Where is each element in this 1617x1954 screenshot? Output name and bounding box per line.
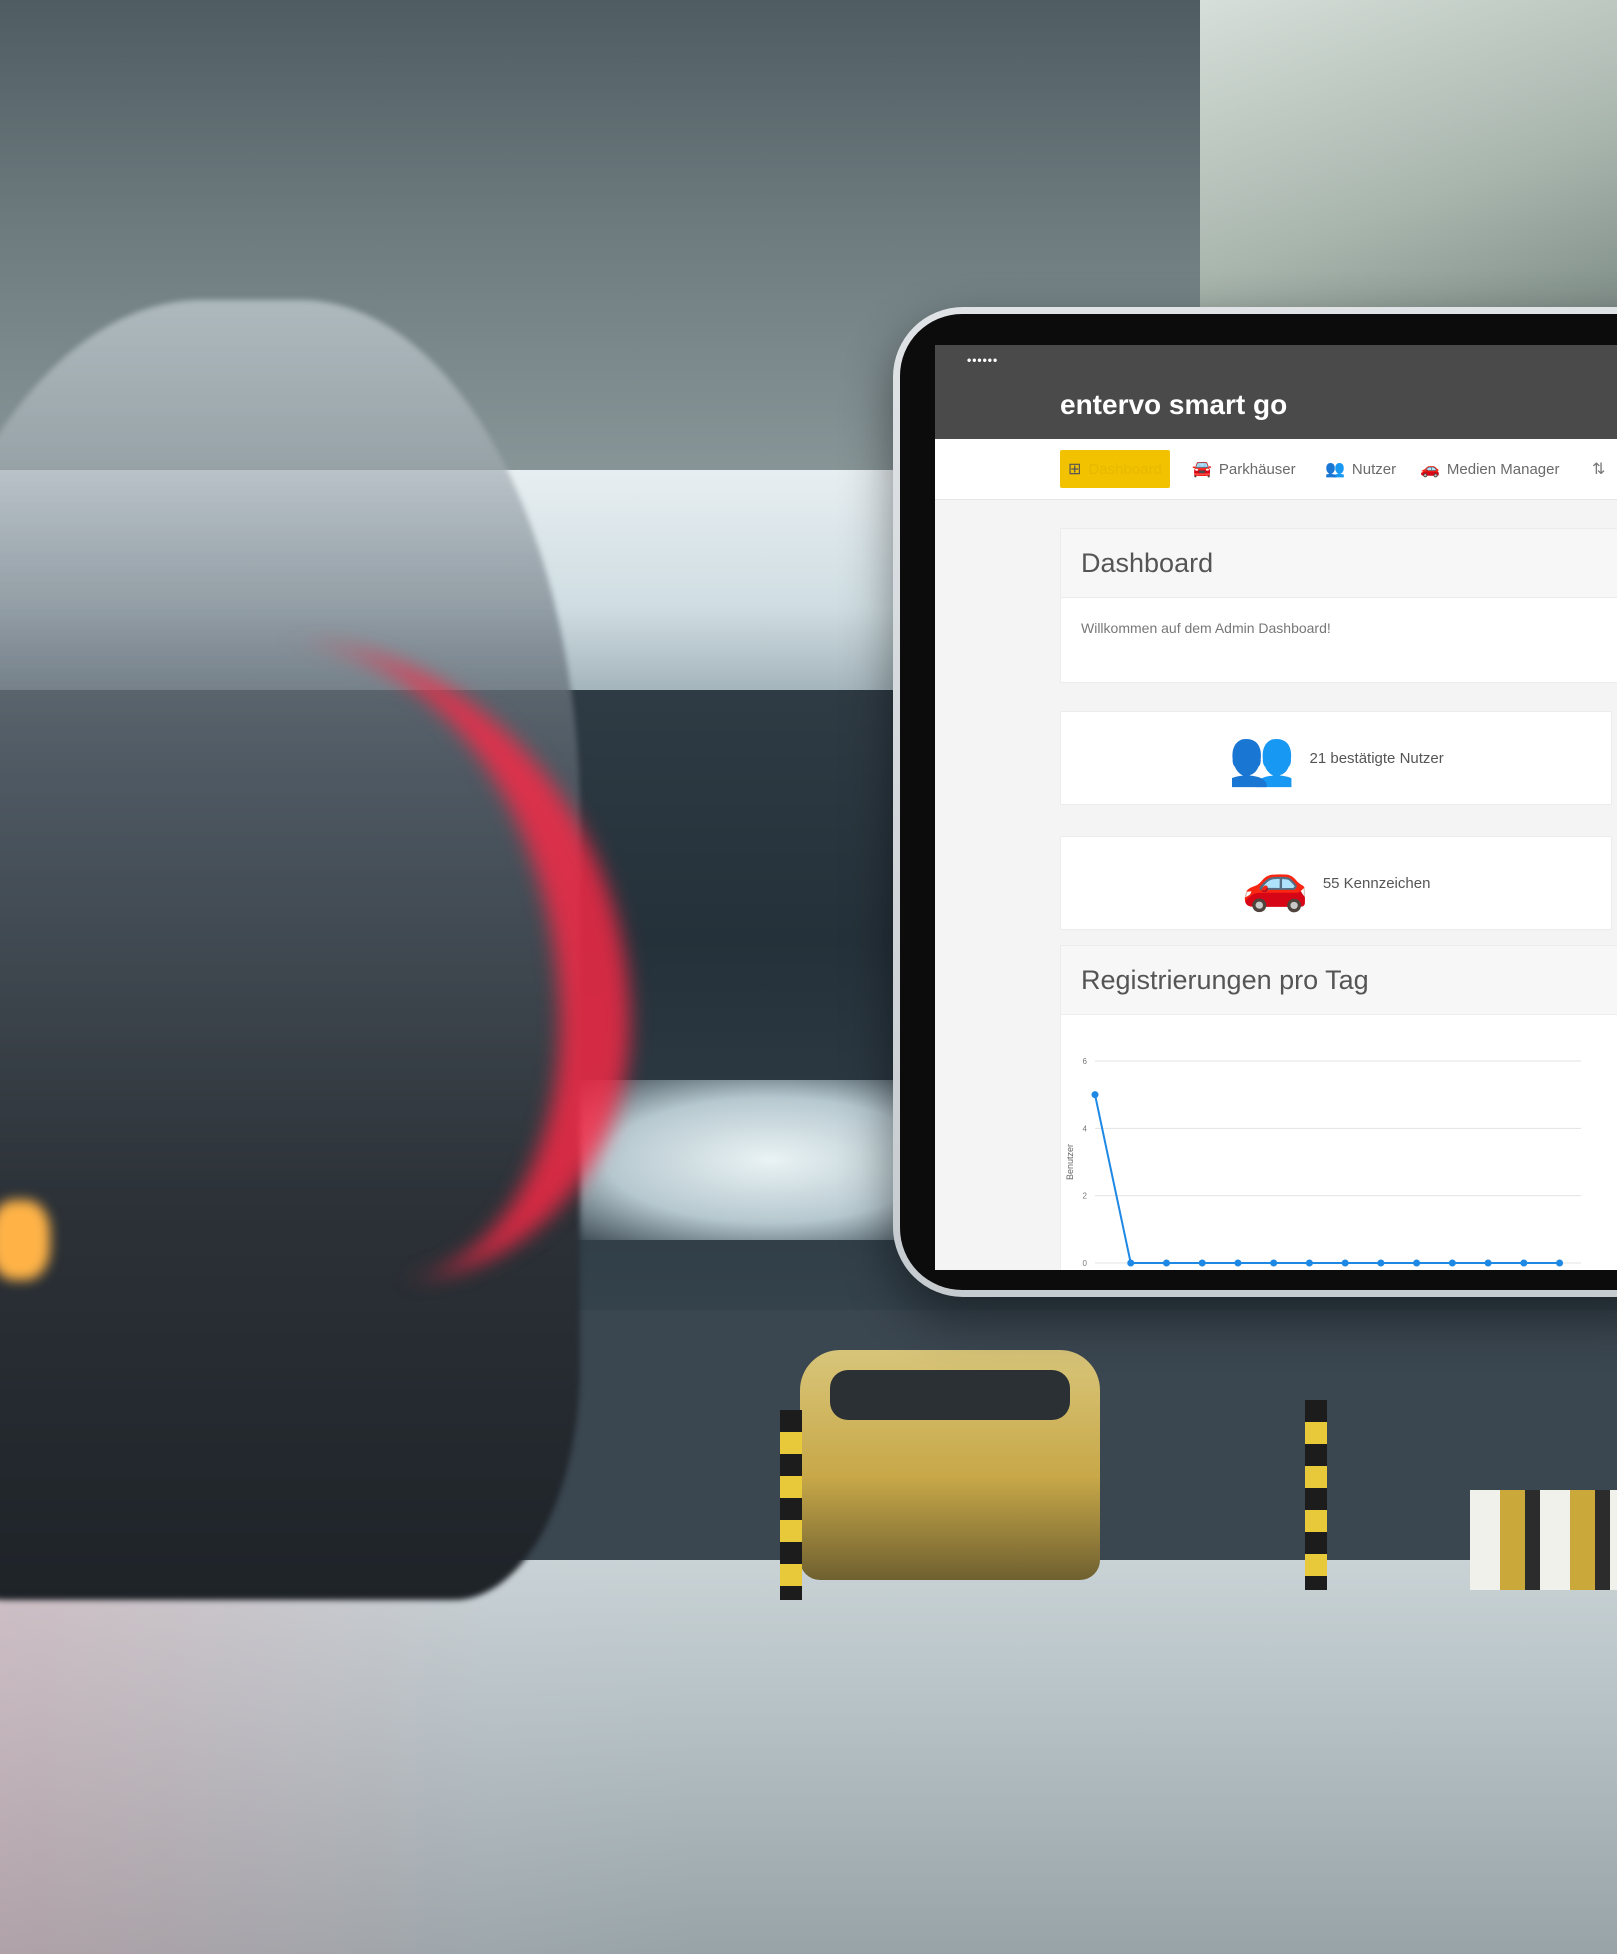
data-point — [1270, 1259, 1278, 1267]
striped-barrier — [1470, 1490, 1617, 1590]
nav-item-nutzer[interactable]: 👥 Nutzer — [1325, 450, 1396, 488]
data-point — [1341, 1259, 1349, 1267]
data-point — [1484, 1259, 1492, 1267]
registrations-title: Registrierungen pro Tag — [1061, 946, 1617, 1015]
data-point — [1448, 1259, 1456, 1267]
floor-reflection — [0, 1560, 700, 1954]
y-tick-label: 2 — [1083, 1192, 1088, 1201]
users-icon: 👥 — [1325, 461, 1345, 478]
data-point — [1377, 1259, 1385, 1267]
data-point — [1127, 1259, 1135, 1267]
data-point — [1162, 1259, 1170, 1267]
confirmed-users-card[interactable]: 👥 21 bestätigte Nutzer — [1060, 711, 1612, 805]
data-point — [1413, 1259, 1421, 1267]
nav-item-dashboard[interactable]: ⊞ Dashboard — [1060, 450, 1170, 488]
data-point — [1091, 1091, 1099, 1099]
y-tick-label: 4 — [1083, 1124, 1088, 1133]
license-plates-card[interactable]: 🚗 55 Kennzeichen — [1060, 836, 1612, 930]
data-point — [1234, 1259, 1242, 1267]
registrations-chart-svg: 0 2 4 6 Benutzer — [1065, 1057, 1581, 1268]
license-plates-count: 55 Kennzeichen — [1322, 874, 1431, 892]
users-group-icon: 👥 — [1228, 728, 1296, 788]
data-point — [1305, 1259, 1313, 1267]
striped-post — [1305, 1400, 1327, 1590]
app-header: entervo smart go — [935, 373, 1617, 439]
nav-item-medien-manager[interactable]: 🚗 Medien Manager — [1420, 450, 1560, 488]
status-bar: •••••• — [935, 345, 1617, 373]
nav-item-more[interactable]: ⇅ — [1592, 450, 1612, 488]
dashboard-title: Dashboard — [1061, 529, 1617, 598]
grid-icon: ⊞ — [1068, 461, 1082, 478]
registrations-chart: 0 2 4 6 Benutzer — [1061, 1014, 1617, 1270]
dashboard-card: Dashboard Willkommen auf dem Admin Dashb… — [1060, 528, 1617, 683]
series-line — [1094, 1094, 1560, 1264]
striped-post — [780, 1410, 802, 1600]
nav-label: Dashboard — [1088, 460, 1162, 478]
data-point — [1198, 1259, 1206, 1267]
parking-garage-icon: 🚘 — [1192, 461, 1212, 478]
signal-indicator: •••••• — [967, 353, 999, 367]
welcome-text: Willkommen auf dem Admin Dashboard! — [1081, 620, 1331, 636]
sort-icon: ⇅ — [1592, 461, 1606, 478]
data-point — [1520, 1259, 1528, 1267]
nav-label: Parkhäuser — [1218, 460, 1296, 478]
app-title[interactable]: entervo smart go — [1060, 389, 1287, 421]
tablet-screen: •••••• entervo smart go ⊞ Dashboard 🚘 Pa… — [935, 345, 1617, 1270]
yellow-car-window — [830, 1370, 1070, 1420]
y-tick-label: 6 — [1083, 1057, 1088, 1066]
nav-item-parkhaeuser[interactable]: 🚘 Parkhäuser — [1192, 450, 1296, 488]
data-point — [1556, 1259, 1564, 1267]
nav-label: Nutzer — [1351, 460, 1397, 478]
concrete-beam — [1200, 0, 1617, 320]
confirmed-users-count: 21 bestätigte Nutzer — [1309, 749, 1444, 767]
y-axis-label: Benutzer — [1065, 1144, 1075, 1180]
nav-label: Medien Manager — [1446, 460, 1560, 478]
media-manager-icon: 🚗 — [1420, 461, 1440, 478]
cars-icon: 🚗 — [1241, 853, 1309, 913]
y-tick-label: 0 — [1083, 1259, 1088, 1268]
tail-light — [0, 1200, 50, 1280]
registrations-card: Registrierungen pro Tag 0 2 4 6 Benutzer — [1060, 945, 1617, 1270]
main-navigation: ⊞ Dashboard 🚘 Parkhäuser 👥 Nutzer 🚗 Medi… — [935, 439, 1617, 500]
